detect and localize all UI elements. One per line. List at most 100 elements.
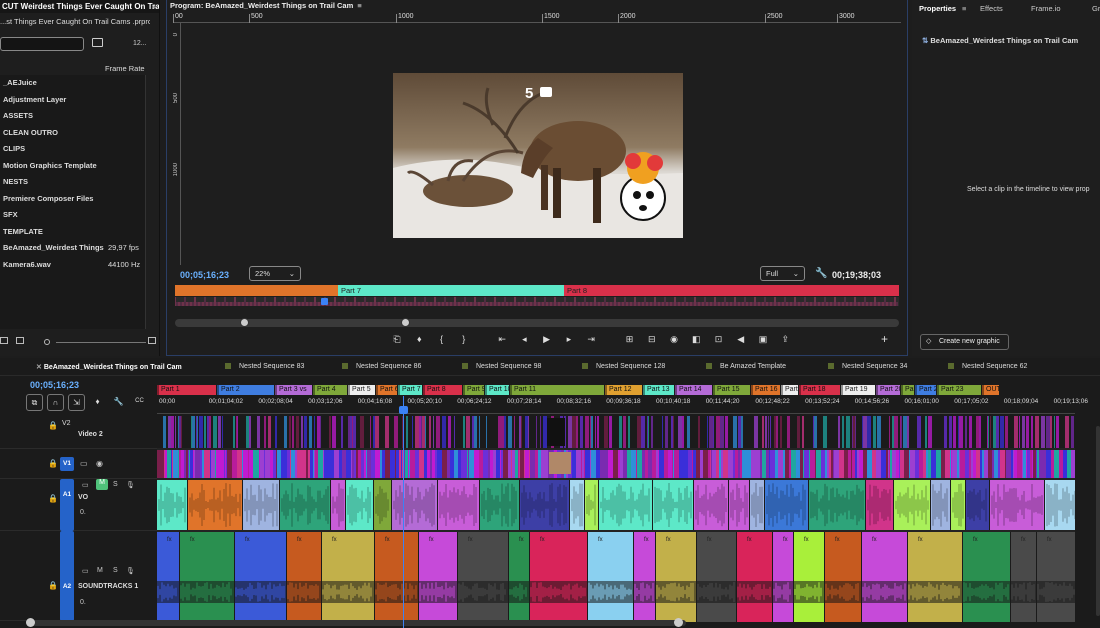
export-icon[interactable]: ⇪ bbox=[775, 334, 795, 345]
v2-clip[interactable] bbox=[191, 416, 192, 448]
track-id-v1[interactable]: V1 bbox=[60, 457, 74, 471]
v2-clip[interactable] bbox=[419, 416, 421, 448]
v2-clip[interactable] bbox=[213, 416, 217, 448]
v1-clip[interactable] bbox=[188, 450, 189, 478]
sequence-tab[interactable]: Nested Sequence 83 bbox=[225, 363, 304, 370]
v1-clip[interactable] bbox=[249, 450, 253, 478]
v1-clip[interactable] bbox=[941, 450, 945, 478]
v2-clip[interactable] bbox=[304, 416, 307, 448]
v1-clip[interactable] bbox=[435, 450, 437, 478]
v1-clip[interactable] bbox=[700, 450, 703, 478]
v1-clip[interactable] bbox=[242, 450, 243, 478]
zoom-slider-track[interactable] bbox=[56, 342, 146, 343]
panel-menu-icon[interactable]: ≡ bbox=[962, 4, 966, 13]
v1-clip[interactable] bbox=[881, 450, 882, 478]
vertical-scrollbar[interactable] bbox=[1075, 416, 1100, 628]
v2-clip[interactable] bbox=[500, 416, 504, 448]
timeline-marker[interactable]: Part 16 bbox=[751, 385, 780, 395]
bin-item[interactable]: CLEAN OUTRO bbox=[0, 125, 145, 142]
v1-clip[interactable] bbox=[224, 450, 225, 478]
v2-clip[interactable] bbox=[412, 416, 413, 448]
v1-clip[interactable] bbox=[785, 450, 789, 478]
v1-clip[interactable] bbox=[863, 450, 867, 478]
v1-clip[interactable] bbox=[173, 450, 178, 478]
v1-clip[interactable] bbox=[409, 450, 410, 478]
go-to-out-icon[interactable]: ⇥ bbox=[581, 334, 601, 345]
v1-clip[interactable] bbox=[637, 450, 642, 478]
v2-clip[interactable] bbox=[780, 416, 782, 448]
v1-clip[interactable] bbox=[590, 450, 591, 478]
v1-clip[interactable] bbox=[998, 450, 1000, 478]
v2-clip[interactable] bbox=[597, 416, 599, 448]
v2-clip[interactable] bbox=[454, 416, 455, 448]
v1-clip[interactable] bbox=[1014, 450, 1017, 478]
a2-clip[interactable] bbox=[794, 532, 824, 622]
sequence-tab[interactable]: Nested Sequence 34 bbox=[828, 363, 907, 370]
v1-clip[interactable] bbox=[888, 450, 889, 478]
v1-clip[interactable] bbox=[525, 450, 529, 478]
v1-clip[interactable] bbox=[178, 450, 179, 478]
mark-in-icon[interactable]: { bbox=[431, 334, 451, 344]
v2-clip[interactable] bbox=[466, 416, 470, 448]
v1-clip[interactable] bbox=[899, 450, 900, 478]
v2-clip[interactable] bbox=[754, 416, 758, 448]
mini-marker-segment[interactable]: Part 8 bbox=[564, 285, 899, 296]
v1-clip[interactable] bbox=[270, 450, 273, 478]
v1-clip[interactable] bbox=[295, 450, 297, 478]
v1-clip[interactable] bbox=[827, 450, 829, 478]
v2-clip[interactable] bbox=[525, 416, 528, 448]
v2-clip[interactable] bbox=[175, 416, 176, 448]
v1-clip[interactable] bbox=[746, 450, 751, 478]
add-marker-icon[interactable]: ♦ bbox=[89, 394, 106, 411]
v1-clip[interactable] bbox=[329, 450, 334, 478]
track-header-a1[interactable]: 🔒 A1 VO ▭ M S 🎙 0. bbox=[0, 479, 157, 531]
timeline-marker[interactable]: Part 15 bbox=[713, 385, 750, 395]
v2-clip[interactable] bbox=[421, 416, 422, 448]
track-id-a1[interactable]: A1 bbox=[60, 479, 74, 531]
v1-clip[interactable] bbox=[342, 450, 346, 478]
v1-clip[interactable] bbox=[1036, 450, 1037, 478]
v1-clip[interactable] bbox=[323, 450, 324, 478]
v1-clip[interactable] bbox=[243, 450, 248, 478]
v2-clip[interactable] bbox=[268, 416, 271, 448]
linked-selection-icon[interactable]: ⇲ bbox=[68, 394, 85, 411]
v1-clip[interactable] bbox=[535, 450, 538, 478]
v1-clip[interactable] bbox=[189, 450, 190, 478]
extract-icon[interactable]: ⊟ bbox=[642, 334, 662, 345]
v1-clip[interactable] bbox=[524, 450, 525, 478]
a2-clip[interactable] bbox=[908, 532, 962, 622]
v1-clip[interactable] bbox=[503, 450, 504, 478]
v2-clip[interactable] bbox=[901, 416, 902, 448]
v1-clip[interactable] bbox=[693, 450, 696, 478]
v1-clip[interactable] bbox=[165, 450, 167, 478]
v2-clip[interactable] bbox=[988, 416, 989, 448]
v1-clip[interactable] bbox=[160, 450, 164, 478]
timeline-marker[interactable]: Part 4 bbox=[313, 385, 347, 395]
v2-clip[interactable] bbox=[536, 416, 537, 448]
v1-clip[interactable] bbox=[719, 450, 721, 478]
new-bin-icon[interactable] bbox=[92, 38, 103, 47]
v1-clip[interactable] bbox=[796, 450, 800, 478]
v1-clip[interactable] bbox=[358, 450, 361, 478]
v1-clip[interactable] bbox=[815, 450, 816, 478]
v1-clip[interactable] bbox=[766, 450, 769, 478]
track-header-a2[interactable]: 🔒 A2 SOUNDTRACKS 1 ▭ M S 🎙 0. bbox=[0, 531, 157, 621]
v1-clip[interactable] bbox=[829, 450, 831, 478]
v1-clip[interactable] bbox=[620, 450, 623, 478]
v2-clip[interactable] bbox=[959, 416, 963, 448]
v1-clip[interactable] bbox=[216, 450, 221, 478]
search-input[interactable] bbox=[0, 37, 84, 51]
v1-clip[interactable] bbox=[285, 450, 287, 478]
v2-clip[interactable] bbox=[433, 416, 434, 448]
v2-clip[interactable] bbox=[873, 416, 876, 448]
v1-clip[interactable] bbox=[519, 450, 520, 478]
v1-clip[interactable] bbox=[1026, 450, 1027, 478]
v2-clip[interactable] bbox=[698, 416, 700, 448]
v1-clip[interactable] bbox=[769, 450, 770, 478]
v2-clip[interactable] bbox=[341, 416, 343, 448]
timeline-marker[interactable]: Part 8 bbox=[423, 385, 462, 395]
v1-clip[interactable] bbox=[844, 450, 848, 478]
v1-clip[interactable] bbox=[959, 450, 960, 478]
v2-clip[interactable] bbox=[979, 416, 981, 448]
marker-icon[interactable]: ♦ bbox=[409, 334, 429, 344]
